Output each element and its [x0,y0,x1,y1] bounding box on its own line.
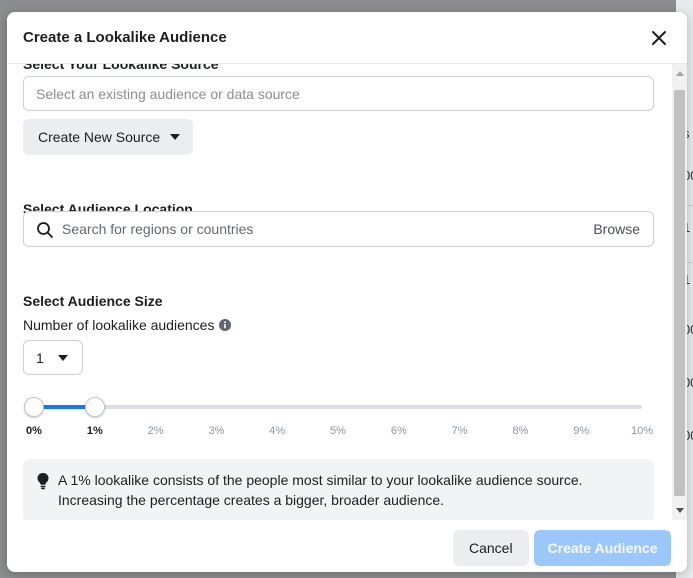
slider-tick-label: 2% [147,425,164,437]
size-tip-text: A 1% lookalike consists of the people mo… [58,472,583,508]
lookalike-count-select[interactable]: 1 [23,340,83,375]
location-search-box[interactable]: Browse [23,211,654,247]
lookalike-count-label: Number of lookalike audiences [23,317,232,333]
slider-thumb-end[interactable] [84,397,105,417]
slider-tick-label: 6% [390,425,407,437]
modal-body: Select Your Lookalike Source Create New … [7,64,687,524]
slider-tick-label: 8% [512,425,529,437]
slider-thumb-start[interactable] [24,397,44,417]
create-audience-button[interactable]: Create Audience [534,530,671,566]
close-icon [652,31,666,45]
audience-size-slider-track[interactable] [34,405,642,409]
modal-title: Create a Lookalike Audience [23,29,227,46]
scrollbar-thumb[interactable] [674,90,685,496]
lookalike-count-text: Number of lookalike audiences [23,317,215,333]
close-button[interactable] [647,26,671,50]
audience-size-label: Select Audience Size [23,293,163,309]
lightbulb-icon [37,473,49,490]
slider-tick-label: 7% [451,425,468,437]
slider-tick-label: 4% [269,425,286,437]
browse-link[interactable]: Browse [593,221,640,237]
lookalike-source-input[interactable] [23,76,654,111]
slider-tick-label: 10% [630,425,654,437]
create-new-source-button[interactable]: Create New Source [23,119,193,155]
scroll-down-arrow-icon[interactable] [676,508,684,513]
slider-tick-label: 3% [208,425,225,437]
search-icon [37,222,53,238]
modal-header: Create a Lookalike Audience [7,12,687,64]
size-tip-box: A 1% lookalike consists of the people mo… [23,459,654,522]
modal-scrollbar[interactable] [672,64,687,520]
slider-tick-label: 9% [573,425,590,437]
create-new-source-label: Create New Source [38,129,161,145]
caret-down-icon [57,354,68,361]
lookalike-audience-modal: Create a Lookalike Audience Select Your … [7,12,687,572]
slider-tick-label: 1% [86,425,103,437]
location-search-input[interactable] [62,212,582,246]
lookalike-source-label: Select Your Lookalike Source [23,64,219,72]
lookalike-count-value: 1 [36,349,44,366]
cancel-button[interactable]: Cancel [453,530,529,566]
scroll-up-arrow-icon[interactable] [676,71,684,76]
info-icon[interactable] [219,319,232,331]
caret-down-icon [170,134,181,140]
modal-footer: Cancel Create Audience [7,520,687,572]
slider-tick-label: 5% [330,425,346,437]
slider-tick-label: 0% [26,425,42,437]
